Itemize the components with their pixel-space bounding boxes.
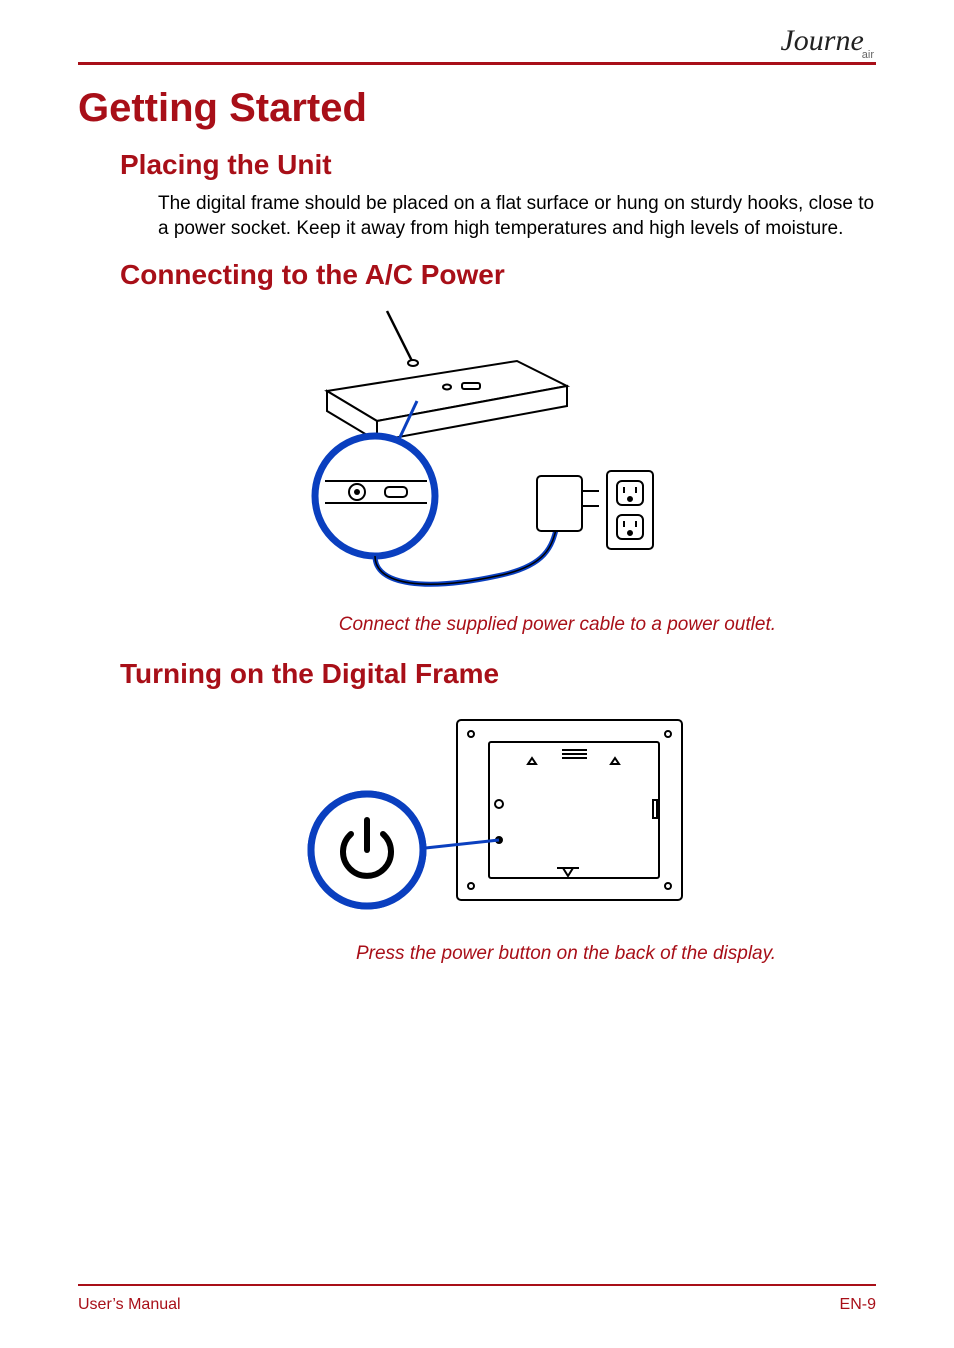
manual-page: Journeair Getting Started Placing the Un… bbox=[0, 0, 954, 1348]
footer-divider bbox=[78, 1284, 876, 1286]
section-placing-body: The digital frame should be placed on a … bbox=[158, 191, 876, 241]
figure-power-button-caption: Press the power button on the back of th… bbox=[78, 943, 776, 965]
figure-power-caption: Connect the supplied power cable to a po… bbox=[78, 614, 776, 636]
footer-doc-title: User’s Manual bbox=[78, 1296, 181, 1314]
brand-name: Journe bbox=[780, 24, 863, 57]
section-connecting-title: Connecting to the A/C Power bbox=[120, 259, 876, 291]
power-button-illustration bbox=[257, 700, 697, 930]
header-divider bbox=[78, 62, 876, 65]
chapter-title: Getting Started bbox=[78, 86, 876, 131]
brand-sub: air bbox=[862, 49, 874, 61]
figure-power-button bbox=[78, 700, 876, 935]
section-placing-title: Placing the Unit bbox=[120, 149, 876, 181]
brand-logo: Journeair bbox=[780, 24, 876, 58]
figure-power-connection bbox=[78, 301, 876, 606]
footer-page-number: EN-9 bbox=[840, 1296, 876, 1314]
section-turning-on-title: Turning on the Digital Frame bbox=[120, 658, 876, 690]
page-content: Getting Started Placing the Unit The dig… bbox=[78, 80, 876, 987]
power-connection-illustration bbox=[267, 301, 687, 601]
